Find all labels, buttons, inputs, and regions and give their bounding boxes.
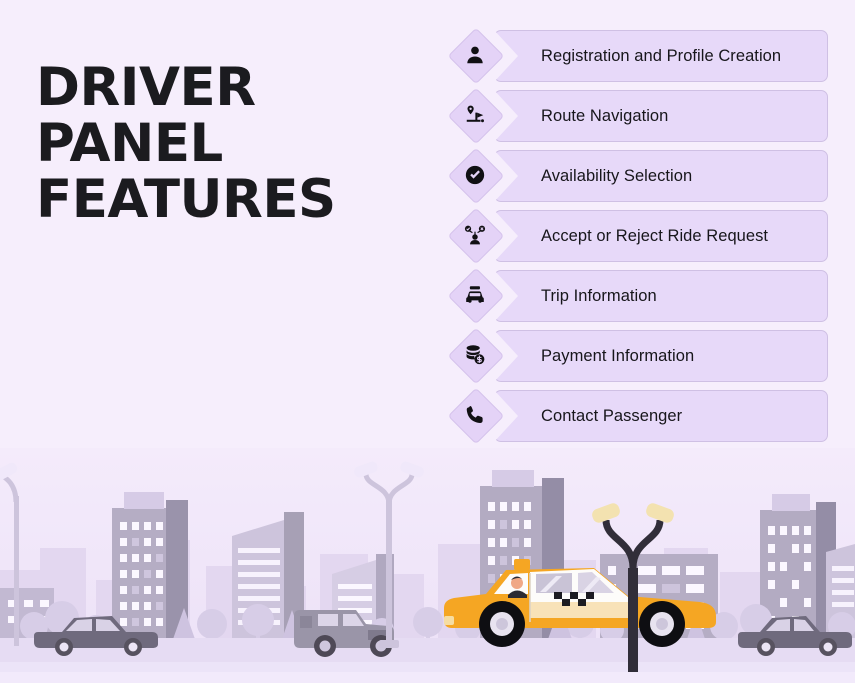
feature-icon-badge [447, 387, 505, 445]
feature-icon-badge [447, 27, 505, 85]
feature-pill[interactable]: Registration and Profile Creation [494, 30, 828, 82]
feature-row[interactable]: Availability Selection [447, 147, 828, 205]
feature-label: Route Navigation [541, 106, 669, 125]
route-navigation-icon [464, 104, 486, 126]
feature-pill[interactable]: Contact Passenger [494, 390, 828, 442]
city-street-illustration [0, 448, 855, 683]
accept-reject-person-icon [464, 224, 486, 246]
feature-icon-badge [447, 327, 505, 385]
coins-dollar-icon [464, 344, 486, 366]
feature-label: Trip Information [541, 286, 657, 305]
feature-row[interactable]: Contact Passenger [447, 387, 828, 445]
infographic-canvas: DRIVER PANEL FEATURES Registration and P… [0, 0, 855, 683]
feature-label: Contact Passenger [541, 406, 683, 425]
feature-pill[interactable]: Payment Information [494, 330, 828, 382]
feature-row[interactable]: Trip Information [447, 267, 828, 325]
feature-row[interactable]: Accept or Reject Ride Request [447, 207, 828, 265]
feature-row[interactable]: Payment Information [447, 327, 828, 385]
page-title: DRIVER PANEL FEATURES [36, 56, 336, 230]
feature-label: Registration and Profile Creation [541, 46, 782, 65]
feature-pill[interactable]: Route Navigation [494, 90, 828, 142]
feature-pill[interactable]: Availability Selection [494, 150, 828, 202]
check-circle-icon [464, 164, 486, 186]
feature-pill[interactable]: Trip Information [494, 270, 828, 322]
feature-label: Accept or Reject Ride Request [541, 226, 769, 245]
car-icon [464, 284, 486, 306]
feature-icon-badge [447, 207, 505, 265]
phone-icon [464, 404, 486, 426]
user-icon [464, 44, 486, 66]
feature-icon-badge [447, 87, 505, 145]
feature-row[interactable]: Registration and Profile Creation [447, 27, 828, 85]
feature-pill[interactable]: Accept or Reject Ride Request [494, 210, 828, 262]
feature-list: Registration and Profile Creation Route … [447, 27, 828, 448]
feature-label: Payment Information [541, 346, 695, 365]
feature-icon-badge [447, 267, 505, 325]
feature-label: Availability Selection [541, 166, 693, 185]
feature-row[interactable]: Route Navigation [447, 87, 828, 145]
feature-icon-badge [447, 147, 505, 205]
